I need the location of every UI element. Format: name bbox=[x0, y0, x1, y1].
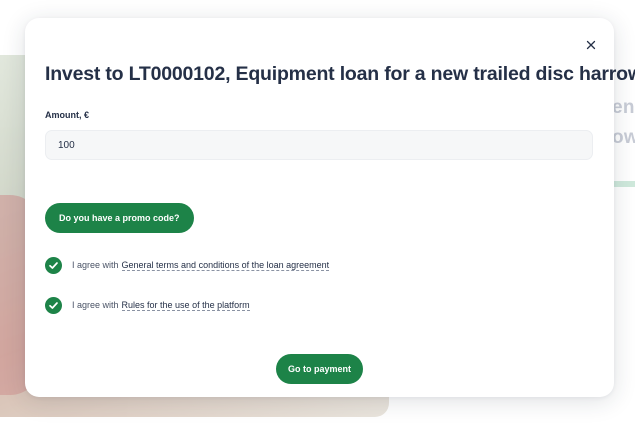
terms-checkbox[interactable] bbox=[45, 256, 62, 274]
check-icon bbox=[49, 261, 58, 269]
background-progress-bar bbox=[612, 181, 635, 187]
rules-agreement-link[interactable]: Rules for the use of the platform bbox=[121, 300, 250, 311]
background-heading-fragment-2: ow bbox=[612, 127, 635, 148]
background-heading-fragment: en bbox=[612, 97, 635, 118]
check-icon bbox=[49, 301, 58, 309]
terms-agreement-prefix: I agree with bbox=[72, 260, 119, 270]
amount-label: Amount, € bbox=[45, 110, 89, 120]
rules-checkbox[interactable] bbox=[45, 296, 62, 314]
invest-modal: Invest to LT0000102, Equipment loan for … bbox=[25, 18, 635, 397]
rules-agreement-row: I agree with Rules for the use of the pl… bbox=[45, 296, 250, 314]
promo-code-button[interactable]: Do you have a promo code? bbox=[45, 203, 194, 233]
amount-input[interactable] bbox=[45, 130, 593, 160]
terms-agreement-link[interactable]: General terms and conditions of the loan… bbox=[121, 260, 330, 271]
close-icon[interactable] bbox=[582, 36, 600, 54]
go-to-payment-button[interactable]: Go to payment bbox=[276, 354, 363, 384]
rules-agreement-prefix: I agree with bbox=[72, 300, 119, 310]
modal-title: Invest to LT0000102, Equipment loan for … bbox=[45, 63, 635, 85]
terms-agreement-row: I agree with General terms and condition… bbox=[45, 256, 330, 274]
